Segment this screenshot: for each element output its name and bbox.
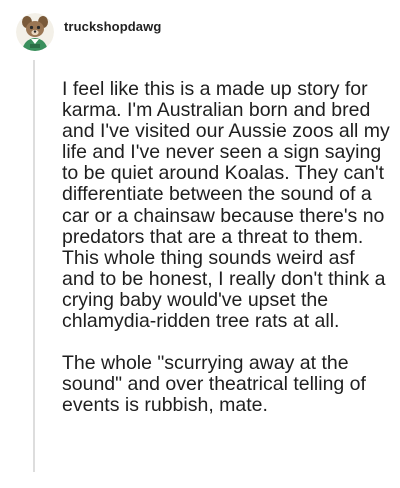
user-avatar[interactable] [16, 13, 54, 51]
username[interactable]: truckshopdawg [64, 19, 161, 34]
comment-paragraph: I feel like this is a made up story for … [62, 78, 390, 333]
thread-line[interactable] [33, 60, 35, 472]
dog-avatar-icon [16, 13, 54, 51]
comment-card: truckshopdawg I feel like this is a made… [0, 0, 400, 488]
comment-header: truckshopdawg [16, 13, 161, 51]
comment-body: I feel like this is a made up story for … [62, 78, 392, 417]
comment-paragraph: The whole "scurrying away at the sound" … [62, 352, 366, 417]
